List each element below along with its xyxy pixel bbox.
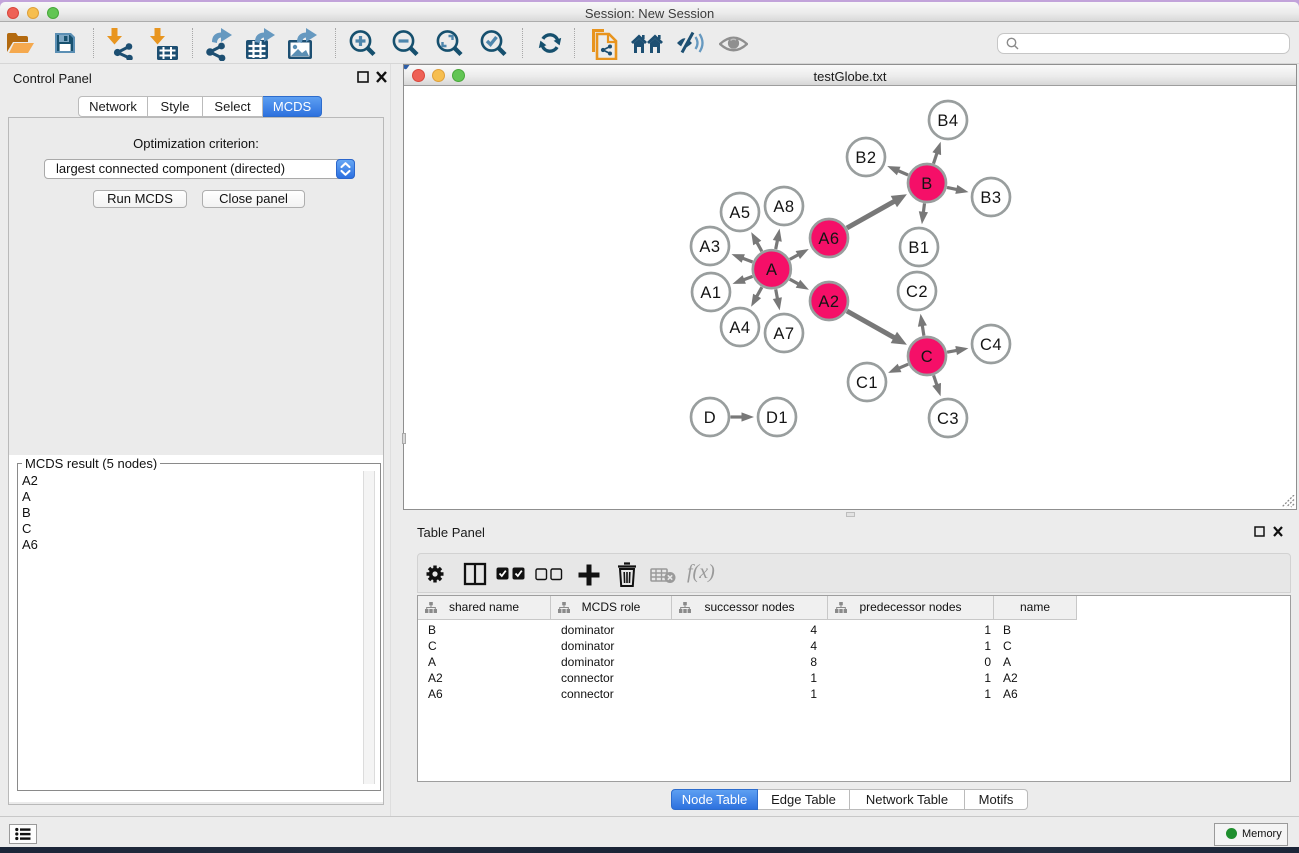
svg-text:A5: A5 [729, 204, 750, 222]
svg-text:A1: A1 [700, 284, 721, 302]
svg-text:A: A [766, 261, 778, 279]
svg-text:B1: B1 [908, 239, 929, 257]
svg-text:C: C [921, 348, 933, 366]
svg-text:A7: A7 [773, 325, 794, 343]
svg-text:B3: B3 [980, 189, 1001, 207]
svg-text:C3: C3 [937, 410, 959, 428]
svg-text:A8: A8 [773, 198, 794, 216]
svg-text:D: D [704, 409, 716, 427]
svg-text:B4: B4 [937, 112, 958, 130]
svg-text:C2: C2 [906, 283, 928, 301]
svg-text:A6: A6 [818, 230, 839, 248]
svg-text:B2: B2 [855, 149, 876, 167]
svg-text:A4: A4 [729, 319, 750, 337]
svg-text:C1: C1 [856, 374, 878, 392]
svg-text:A3: A3 [699, 238, 720, 256]
svg-text:B: B [921, 175, 933, 193]
svg-text:A2: A2 [818, 293, 839, 311]
svg-text:C4: C4 [980, 336, 1002, 354]
svg-text:D1: D1 [766, 409, 788, 427]
